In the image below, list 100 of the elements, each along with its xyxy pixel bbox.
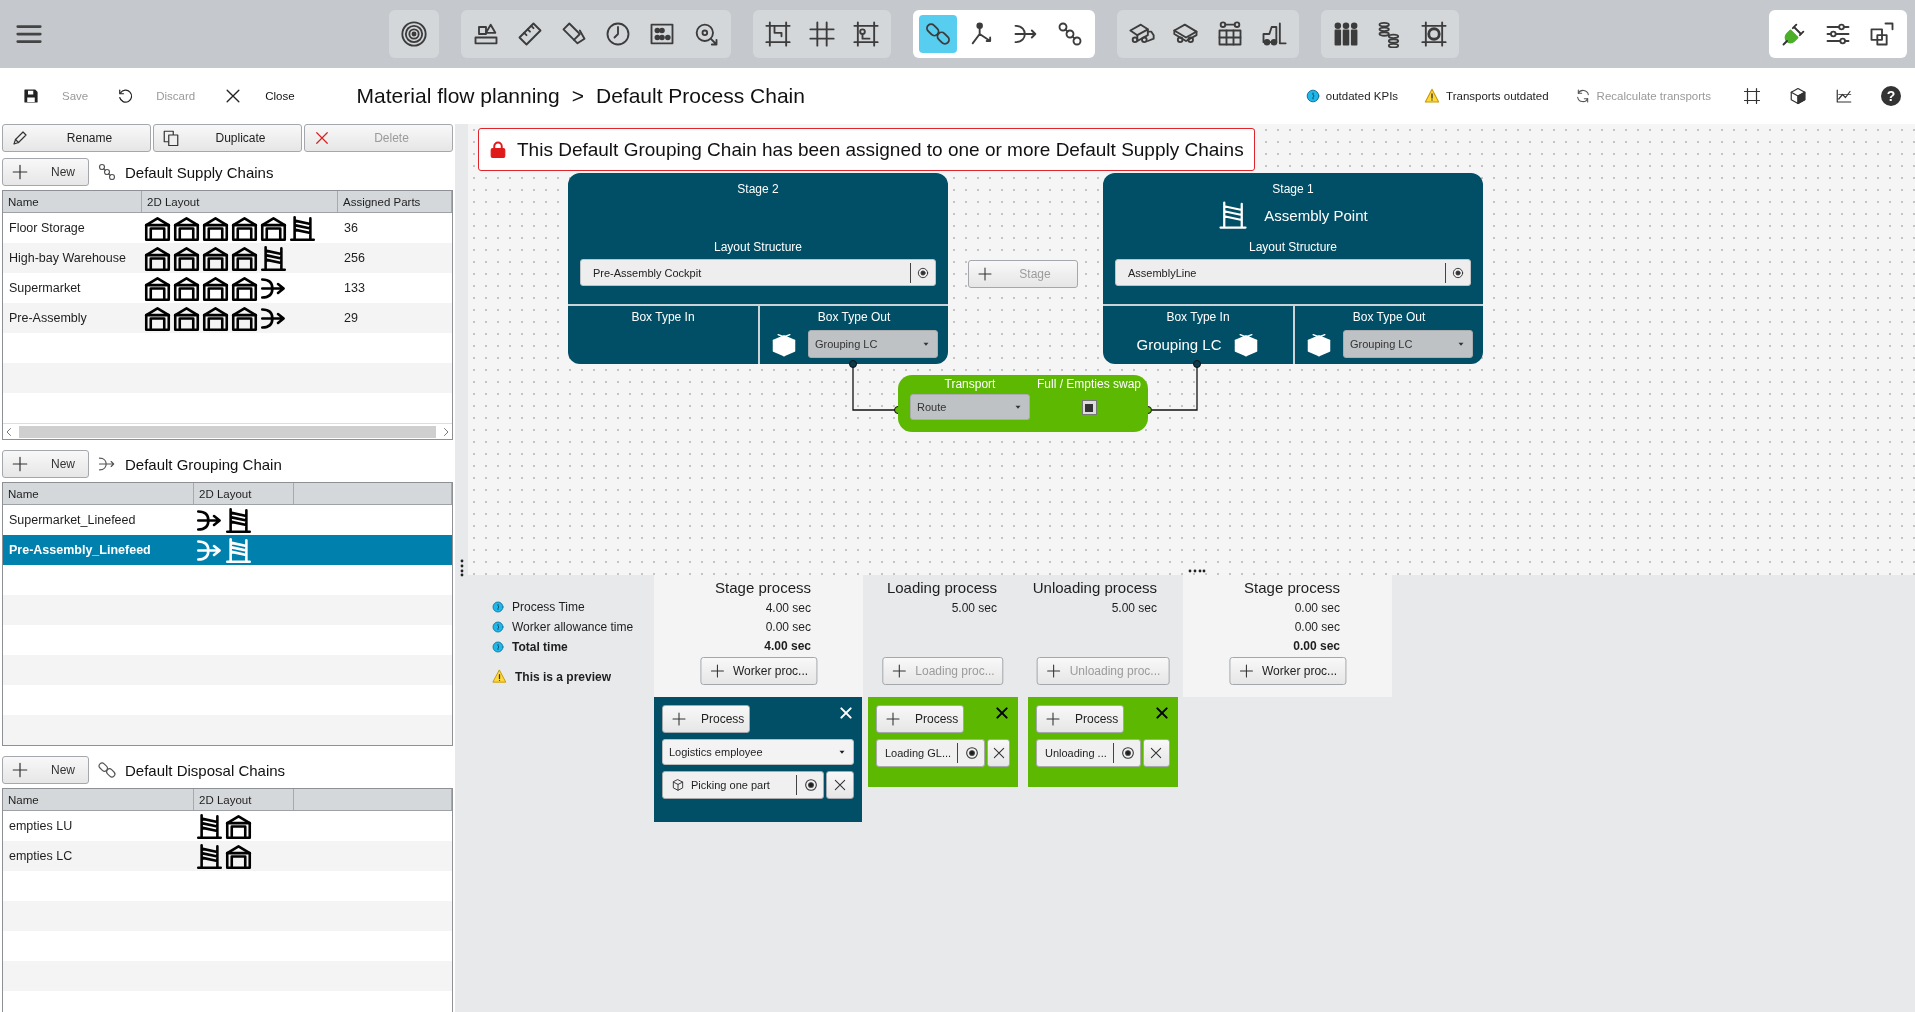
- table-row[interactable]: empties LC: [3, 841, 452, 871]
- remove-button[interactable]: [1142, 739, 1170, 767]
- table-row[interactable]: Pre-Assembly 29: [3, 303, 452, 333]
- box-type-dropdown[interactable]: Grouping LC: [808, 330, 938, 358]
- process-item[interactable]: Picking one part: [662, 771, 824, 799]
- worker-dropdown[interactable]: Logistics employee: [662, 739, 854, 765]
- field-label: Box Type Out: [1352, 310, 1426, 324]
- table-cell-text: 29: [343, 311, 359, 325]
- close-button[interactable]: [994, 705, 1010, 721]
- module-icon: [1868, 20, 1896, 48]
- box-type-value: Grouping LC: [1136, 335, 1222, 353]
- locate-icon: [916, 265, 930, 280]
- table-cell-text: 36: [343, 221, 359, 235]
- splitter-handle-icon[interactable]: [1188, 569, 1206, 573]
- close-button[interactable]: Close: [217, 80, 301, 112]
- swap-checkbox[interactable]: [1081, 400, 1097, 415]
- column-header[interactable]: Name: [3, 483, 194, 504]
- warehouse-icon: [173, 304, 200, 332]
- new-button[interactable]: New: [2, 756, 89, 784]
- frame-circle-icon: [1420, 20, 1448, 48]
- locate-icon: [803, 777, 819, 793]
- table-cell-text: Floor Storage: [8, 221, 86, 235]
- plus-icon: [1237, 663, 1254, 679]
- ruler-icon: [516, 20, 544, 48]
- close-button[interactable]: [838, 705, 854, 721]
- info-icon: [492, 641, 504, 653]
- table-cell-text: empties LC: [8, 849, 74, 863]
- process-item[interactable]: Unloading ...: [1036, 739, 1141, 767]
- time-value: 5.00 sec: [1111, 601, 1157, 617]
- horizontal-scrollbar[interactable]: [3, 423, 452, 439]
- status-text: outdated KPIs: [1325, 90, 1399, 102]
- rack-icon: [260, 244, 287, 272]
- column-title: Unloading process: [1032, 579, 1157, 598]
- time-value: 5.00 sec: [951, 601, 997, 617]
- close-icon: [832, 777, 848, 793]
- column-header[interactable]: 2D Layout: [142, 191, 338, 212]
- help-button[interactable]: ?: [1881, 86, 1901, 106]
- frame-view-button[interactable]: [1743, 87, 1761, 105]
- column-header[interactable]: 2D Layout: [194, 789, 294, 810]
- add-process-button[interactable]: Worker proc...: [699, 657, 818, 685]
- warehouse-icon: [144, 274, 171, 302]
- field-label: Layout Structure: [713, 240, 803, 254]
- duplicate-button[interactable]: Duplicate: [153, 124, 302, 152]
- rack-icon: [289, 214, 316, 242]
- info-icon: [492, 621, 504, 633]
- new-button[interactable]: New: [2, 158, 89, 186]
- add-process-button[interactable]: Worker proc...: [1228, 657, 1347, 685]
- section-title: Default Grouping Chain: [125, 455, 282, 473]
- stage-title: Stage 1: [1272, 182, 1314, 196]
- close-button[interactable]: [1154, 705, 1170, 721]
- add-process-button[interactable]: Process: [876, 705, 964, 733]
- plus-icon: [977, 266, 993, 282]
- warehouse-icon: [225, 812, 252, 840]
- plus-icon: [891, 663, 908, 679]
- transport-dropdown[interactable]: Route: [910, 394, 1030, 420]
- 3d-view-button[interactable]: [1789, 87, 1807, 105]
- column-header[interactable]: Name: [3, 191, 142, 212]
- pencil-icon: [11, 129, 29, 147]
- add-process-button[interactable]: Process: [662, 705, 750, 733]
- people-icon: [1332, 20, 1360, 48]
- layout-structure-field[interactable]: AssemblyLine: [1115, 259, 1471, 286]
- remove-button[interactable]: [826, 771, 854, 799]
- breadcrumb-item[interactable]: Material flow planning: [356, 84, 560, 108]
- warehouse-icon: [231, 244, 258, 272]
- remove-button[interactable]: [987, 739, 1010, 767]
- column-header[interactable]: Assigned Parts: [338, 191, 452, 212]
- stage-title: Stage 2: [737, 182, 779, 196]
- section-title: Default Supply Chains: [125, 163, 274, 181]
- plus-icon: [1045, 711, 1061, 727]
- process-item[interactable]: Loading GL...: [876, 739, 986, 767]
- warehouse-icon: [225, 842, 252, 870]
- chain-icon: [924, 20, 952, 48]
- new-button[interactable]: New: [2, 450, 89, 478]
- warehouse-icon: [231, 304, 258, 332]
- column-header[interactable]: 2D Layout: [194, 483, 294, 504]
- table-row[interactable]: Pre-Assembly_Linefeed: [3, 535, 452, 565]
- warehouse-icon: [202, 304, 229, 332]
- chain-tool[interactable]: [919, 15, 957, 53]
- box-type-dropdown[interactable]: Grouping LC: [1343, 330, 1473, 358]
- warehouse-icon: [144, 304, 171, 332]
- warehouse-icon: [144, 214, 171, 242]
- layout-structure-field[interactable]: Pre-Assembly Cockpit: [580, 259, 936, 286]
- rename-button[interactable]: Rename: [2, 124, 151, 152]
- legend-label: Worker allowance time: [512, 620, 634, 634]
- plus-icon: [11, 761, 29, 779]
- warehouse-icon: [260, 214, 287, 242]
- target-icon: [400, 20, 428, 48]
- breadcrumb-item: Default Process Chain: [596, 84, 805, 108]
- warehouse-icon: [231, 274, 258, 302]
- column-title: Loading process: [886, 579, 997, 598]
- add-process-button[interactable]: Process: [1036, 705, 1124, 733]
- info-icon: [492, 601, 504, 613]
- table-row[interactable]: High-bay Warehouse 256: [3, 243, 452, 273]
- splitter-handle-icon[interactable]: [459, 559, 464, 577]
- column-header[interactable]: Name: [3, 789, 194, 810]
- status-text: Transports outdated: [1446, 90, 1549, 102]
- chart-button[interactable]: [1835, 87, 1853, 105]
- time-value: 0.00 sec: [765, 620, 811, 636]
- chart-icon: [1835, 87, 1853, 105]
- field-label: Box Type In: [631, 310, 695, 324]
